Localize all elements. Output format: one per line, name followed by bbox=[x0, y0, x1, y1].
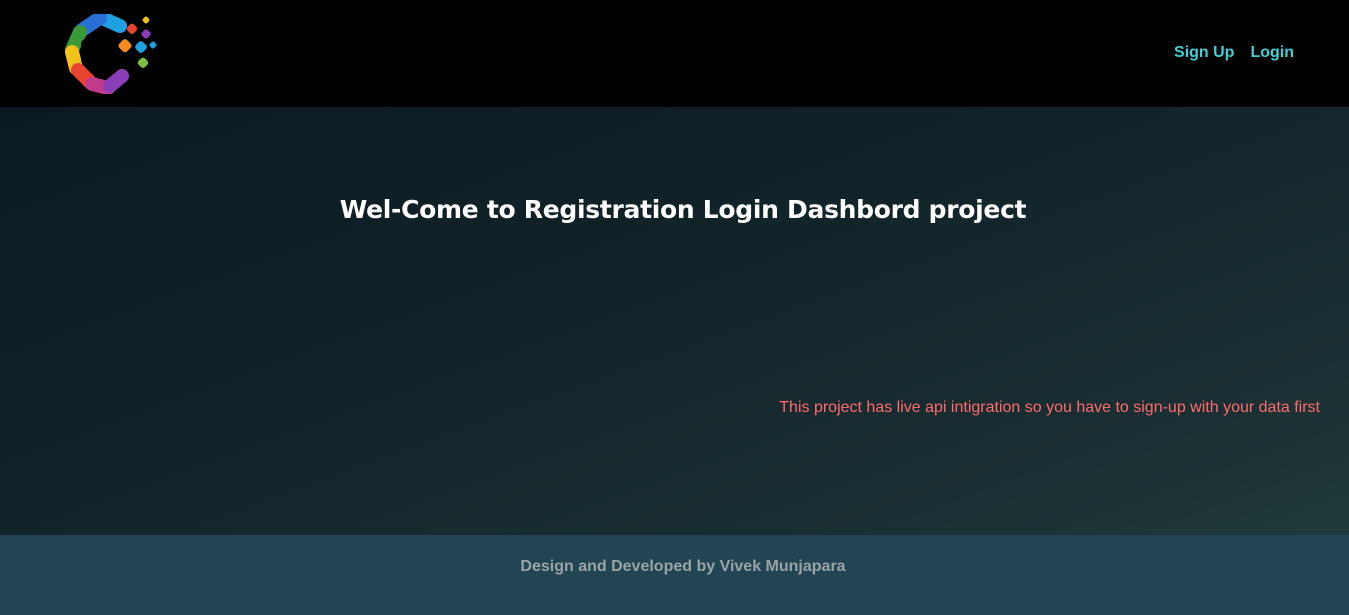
nav-link-login[interactable]: Login bbox=[1250, 44, 1294, 62]
hero-section: Wel-Come to Registration Login Dashbord … bbox=[0, 107, 1349, 535]
colorful-c-logo-icon[interactable] bbox=[62, 11, 162, 95]
api-notice-text: This project has live api intigration so… bbox=[779, 399, 1320, 416]
page-title: Wel-Come to Registration Login Dashbord … bbox=[339, 195, 1027, 224]
footer: Design and Developed by Vivek Munjapara bbox=[0, 535, 1349, 615]
nav-link-sign-up[interactable]: Sign Up bbox=[1174, 44, 1234, 62]
nav-links: Sign Up Login bbox=[1174, 44, 1294, 62]
footer-credit: Design and Developed by Vivek Munjapara bbox=[520, 558, 846, 575]
navbar: Sign Up Login bbox=[0, 0, 1349, 107]
